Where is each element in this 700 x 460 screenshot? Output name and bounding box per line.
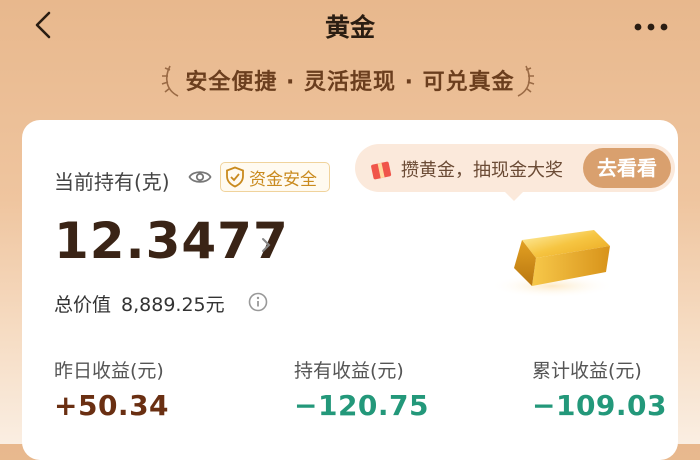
- shield-check-icon: [226, 166, 244, 188]
- eye-icon[interactable]: [188, 167, 212, 187]
- stat-cumulative-label: 累计收益(元): [532, 360, 642, 382]
- stat-holding-label: 持有收益(元): [294, 360, 404, 382]
- stat-holding-value: −120.75: [294, 389, 430, 422]
- holding-label: 当前持有(克): [54, 170, 170, 194]
- chevron-right-icon[interactable]: [260, 236, 272, 254]
- stat-yesterday-label: 昨日收益(元): [54, 360, 164, 382]
- go-see-button[interactable]: 去看看: [583, 148, 671, 188]
- holding-card: 当前持有(克) 资金安全 攒黄金，抽现金大奖 去看看 12.3477 总价值 8,…: [22, 120, 678, 460]
- stat-holding: 持有收益(元) −120.75: [294, 356, 429, 422]
- fund-safety-badge[interactable]: 资金安全: [220, 162, 330, 192]
- more-dots-icon[interactable]: [632, 18, 670, 31]
- gift-icon: [371, 161, 392, 180]
- total-value-label: 总价值: [54, 294, 112, 316]
- promo-bubble[interactable]: 攒黄金，抽现金大奖 去看看: [355, 144, 675, 201]
- gold-bar-image: [482, 216, 622, 300]
- top-nav-bar: 黄金: [0, 0, 700, 56]
- laurel-right-icon: [517, 65, 535, 97]
- stat-yesterday-value: +50.34: [54, 389, 170, 422]
- badge-text: 资金安全: [249, 169, 317, 190]
- slogan-text: 安全便捷 · 灵活提现 · 可兑真金: [185, 70, 515, 95]
- stat-yesterday: 昨日收益(元) +50.34: [54, 356, 169, 422]
- total-value: 8,889.25元: [121, 294, 225, 316]
- info-icon[interactable]: [248, 292, 268, 312]
- page-title: 黄金: [324, 13, 375, 42]
- slogan-banner: 安全便捷 · 灵活提现 · 可兑真金: [0, 62, 700, 98]
- holding-amount[interactable]: 12.3477: [54, 212, 289, 270]
- stat-cumulative-value: −109.03: [532, 389, 668, 422]
- promo-text: 攒黄金，抽现金大奖: [401, 160, 563, 181]
- stat-cumulative: 累计收益(元) −109.03: [532, 356, 667, 422]
- total-value-row: 总价值 8,889.25元: [54, 290, 225, 317]
